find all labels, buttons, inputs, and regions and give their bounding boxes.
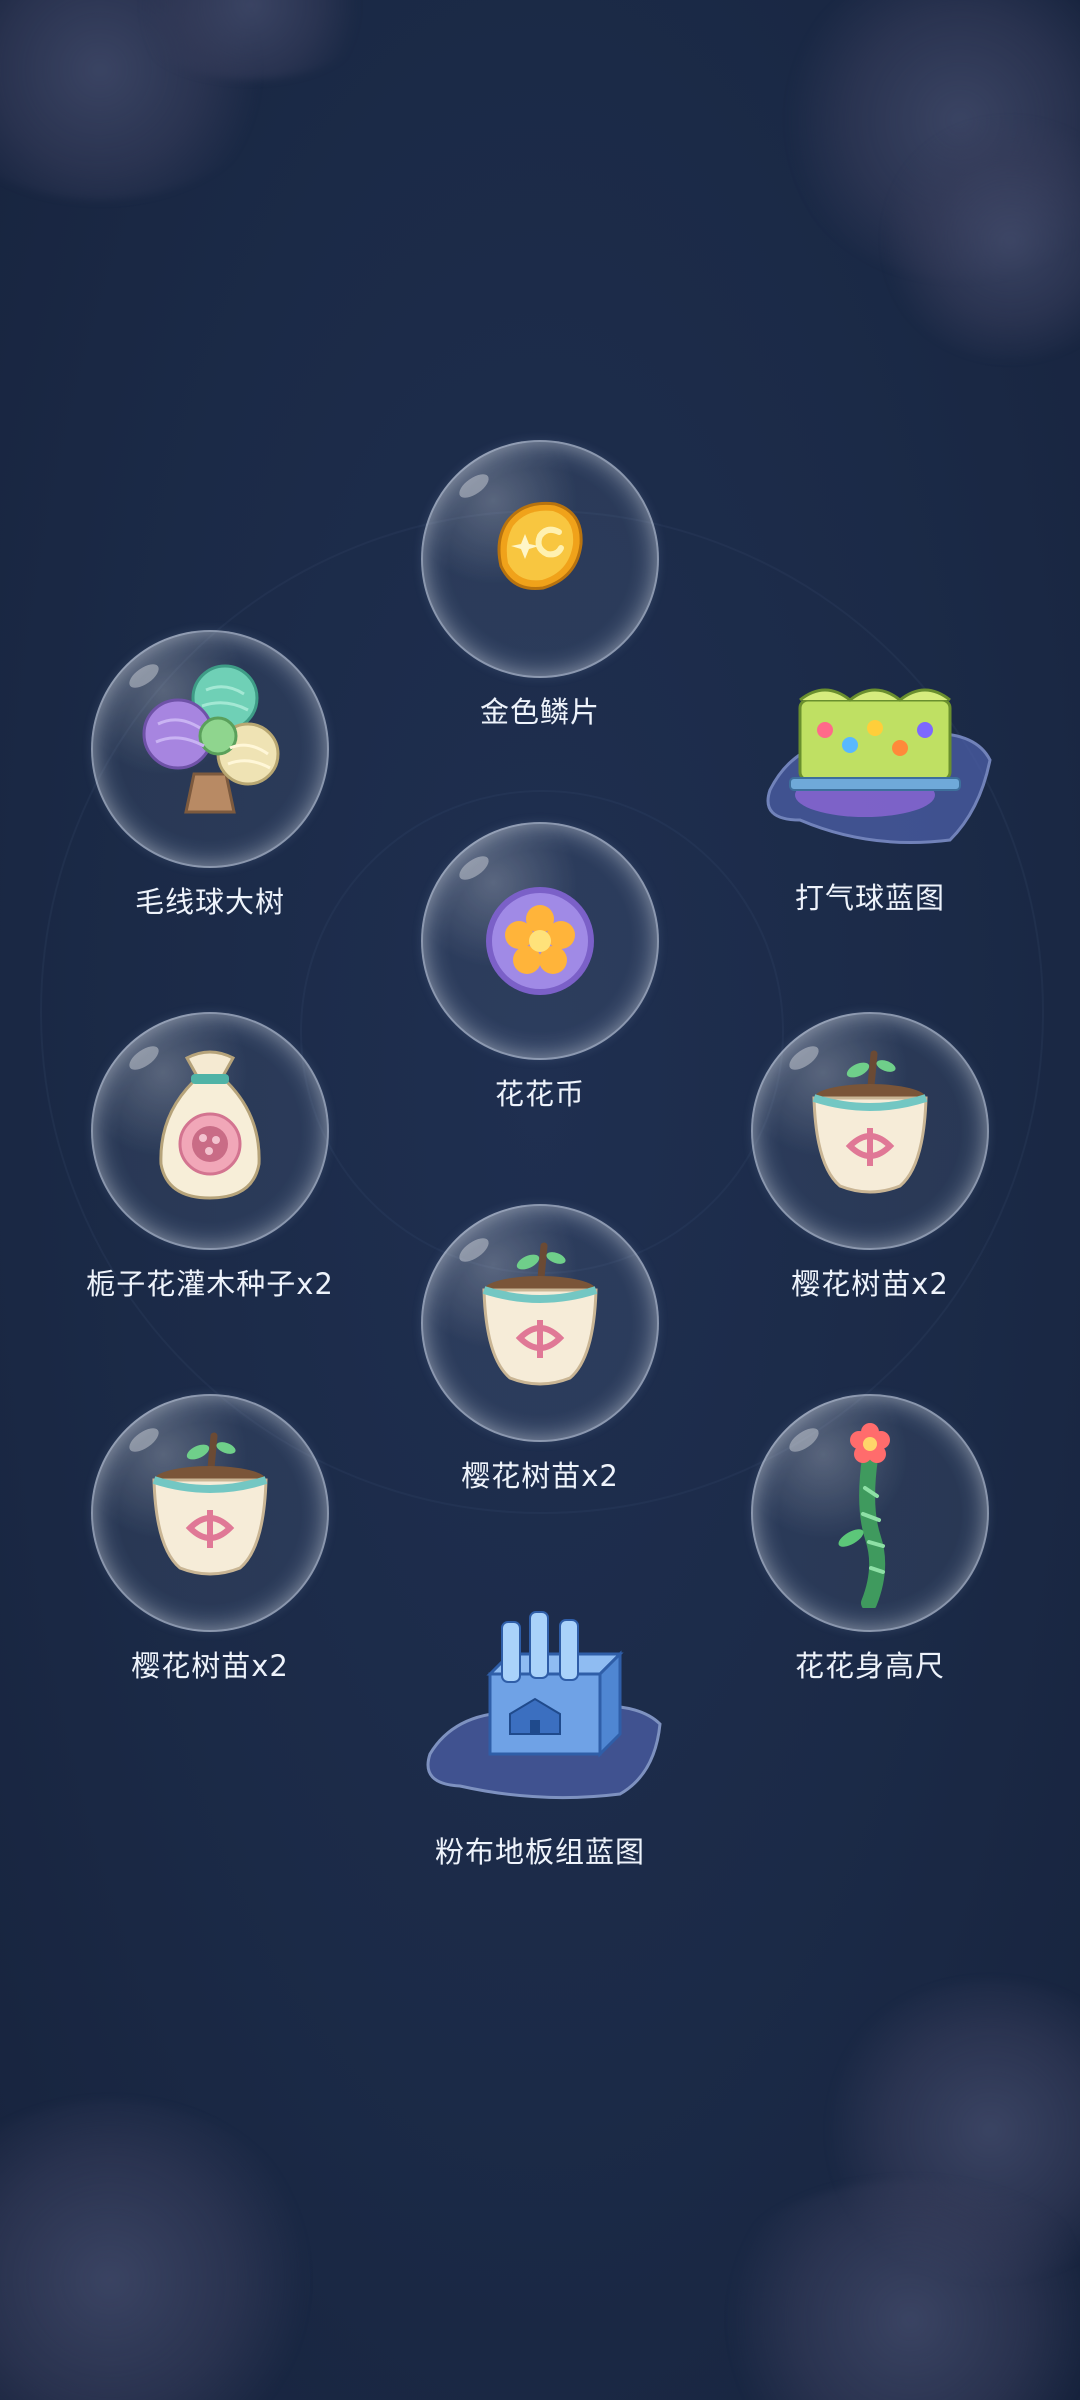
reward-label: 樱花树苗x2	[461, 1459, 619, 1493]
reward-label: 打气球蓝图	[794, 881, 945, 915]
gold-scale-icon	[497, 501, 583, 591]
seed-bag-icon	[159, 1050, 261, 1200]
reward-sakura-sapling-left[interactable]: 樱花树苗x2	[60, 1394, 360, 1684]
reward-gardenia-seeds[interactable]: 栀子花灌木种子x2	[60, 1012, 360, 1302]
sapling-pot-icon	[812, 1050, 928, 1194]
reward-label: 粉布地板组蓝图	[434, 1835, 645, 1869]
reward-sakura-sapling[interactable]: 樱花树苗x2	[720, 1012, 1020, 1302]
reward-flower-coin[interactable]: 花花币	[390, 822, 690, 1112]
reward-floor-blueprint[interactable]: 粉布地板组蓝图	[390, 1584, 690, 1870]
reward-label: 樱花树苗x2	[791, 1267, 949, 1301]
reward-frame	[740, 630, 1000, 864]
reward-bubble	[751, 1012, 989, 1250]
reward-bubble	[421, 1204, 659, 1442]
sapling-pot-icon	[482, 1242, 598, 1386]
balloon-blueprint-icon	[766, 688, 992, 844]
reward-bubble	[91, 630, 329, 868]
reward-label: 樱花树苗x2	[131, 1649, 289, 1683]
reward-frame	[410, 1584, 670, 1818]
reward-label: 栀子花灌木种子x2	[86, 1267, 334, 1301]
reward-bubble	[751, 1394, 989, 1632]
reward-gold-scale[interactable]: 金色鳞片	[390, 440, 690, 730]
cloud-bottom-left	[0, 2100, 320, 2400]
flower-coin-icon	[486, 887, 594, 995]
yarn-tree-icon	[142, 664, 280, 814]
reward-sakura-sapling-center[interactable]: 樱花树苗x2	[390, 1204, 690, 1494]
reward-label: 花花币	[494, 1077, 585, 1111]
reward-label: 花花身高尺	[794, 1649, 945, 1683]
reward-yarn-tree[interactable]: 毛线球大树	[60, 630, 360, 920]
reward-bubble	[421, 440, 659, 678]
reward-screen: 金色鳞片 毛线球大树 打气球蓝图 花花币 栀子花灌木种子x2 樱花树苗x2 樱花…	[0, 0, 1080, 2400]
reward-height-ruler[interactable]: 花花身高尺	[720, 1394, 1020, 1684]
reward-balloon-blueprint[interactable]: 打气球蓝图	[720, 630, 1020, 916]
reward-label: 金色鳞片	[479, 695, 600, 729]
reward-bubble	[421, 822, 659, 1060]
reward-label: 毛线球大树	[134, 885, 285, 919]
floor-blueprint-icon	[426, 1611, 662, 1800]
sapling-pot-icon	[152, 1432, 268, 1576]
cloud-bottom-right-2	[700, 2180, 1080, 2400]
reward-bubble	[91, 1012, 329, 1250]
height-ruler-icon	[838, 1423, 890, 1608]
reward-bubble	[91, 1394, 329, 1632]
